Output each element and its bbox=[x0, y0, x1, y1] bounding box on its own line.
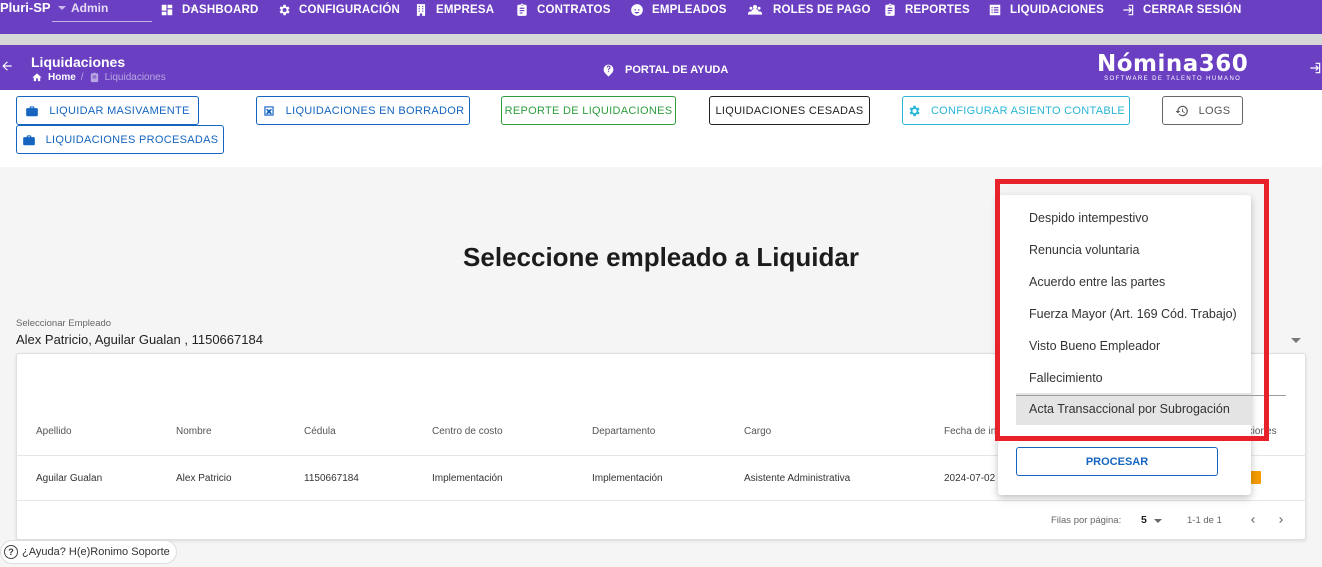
nav-dashboard[interactable]: DASHBOARD bbox=[160, 3, 259, 17]
history-icon bbox=[1175, 105, 1188, 116]
column-header: Nombre bbox=[176, 426, 212, 437]
nomina360-logo: Nómina360 SOFTWARE DE TALENTO HUMANO bbox=[1097, 51, 1248, 82]
exit-icon[interactable] bbox=[1308, 61, 1322, 75]
clipboard-icon bbox=[90, 72, 98, 83]
nav-configuracion[interactable]: CONFIGURACIÓN bbox=[277, 3, 400, 17]
brand-name: Pluri-SP bbox=[0, 0, 51, 15]
cell-nombre: Alex Patricio bbox=[176, 473, 232, 484]
help-pin-icon bbox=[603, 64, 614, 77]
cell-centro-costo: Implementación bbox=[432, 473, 503, 484]
support-chat-button[interactable]: ? ¿Ayuda? H(e)Ronimo Soporte bbox=[0, 540, 177, 564]
breadcrumb-current: Liquidaciones bbox=[104, 72, 166, 83]
liquidaciones-cesadas-button[interactable]: LIQUIDACIONES CESADAS bbox=[709, 96, 870, 125]
button-label: LIQUIDACIONES EN BORRADOR bbox=[285, 104, 465, 117]
breadcrumb-home[interactable]: Home bbox=[48, 72, 76, 83]
page-title: Liquidaciones bbox=[31, 54, 126, 70]
support-label: ¿Ayuda? H(e)Ronimo Soporte bbox=[22, 546, 170, 558]
nav-liquidaciones[interactable]: LIQUIDACIONES bbox=[988, 3, 1104, 17]
clipboard-icon bbox=[515, 3, 529, 17]
row-divider bbox=[16, 500, 1306, 501]
briefcase-icon bbox=[26, 105, 39, 116]
nav-cerrar-sesion[interactable]: CERRAR SESIÓN bbox=[1121, 3, 1241, 17]
role-select[interactable]: Admin bbox=[52, 0, 197, 22]
procesar-button[interactable]: PROCESAR bbox=[1016, 447, 1218, 476]
liquidaciones-procesadas-button[interactable]: LIQUIDACIONES PROCESADAS bbox=[16, 125, 224, 154]
nav-label: CONFIGURACIÓN bbox=[299, 4, 400, 16]
liquidaciones-borrador-button[interactable]: LIQUIDACIONES EN BORRADOR bbox=[256, 96, 470, 125]
arrow-left-icon[interactable] bbox=[0, 59, 14, 73]
role-value: Admin bbox=[71, 1, 109, 15]
column-header: Departamento bbox=[592, 426, 656, 437]
reporte-liquidaciones-button[interactable]: REPORTE DE LIQUIDACIONES bbox=[501, 96, 676, 125]
nav-label: CERRAR SESIÓN bbox=[1143, 4, 1242, 16]
help-icon: ? bbox=[4, 545, 18, 559]
employee-select-label: Seleccionar Empleado bbox=[16, 318, 112, 329]
rows-per-page-label: Filas por página: bbox=[1051, 515, 1122, 526]
button-label: LIQUIDACIONES CESADAS bbox=[715, 104, 864, 117]
logo-main: Nómina360 bbox=[1097, 51, 1249, 77]
divider-strip bbox=[0, 34, 1322, 45]
chevron-right-icon[interactable] bbox=[1275, 514, 1287, 526]
breadcrumb: Home / Liquidaciones bbox=[31, 72, 166, 83]
rows-per-page-select[interactable]: 5 bbox=[1141, 514, 1147, 526]
cell-cedula: 1150667184 bbox=[304, 473, 359, 484]
gear-icon bbox=[277, 3, 291, 17]
caret-down-icon bbox=[58, 6, 66, 10]
liquidar-masivamente-button[interactable]: LIQUIDAR MASIVAMENTE bbox=[16, 96, 199, 125]
button-label: LIQUIDACIONES PROCESADAS bbox=[45, 133, 219, 146]
button-label: REPORTE DE LIQUIDACIONES bbox=[504, 104, 673, 117]
button-label: LOGS bbox=[1198, 104, 1231, 117]
help-label: PORTAL DE AYUDA bbox=[625, 64, 729, 76]
button-label: LIQUIDAR MASIVAMENTE bbox=[49, 104, 190, 117]
nav-label: CONTRATOS bbox=[537, 4, 611, 16]
logo-tagline: SOFTWARE DE TALENTO HUMANO bbox=[1104, 76, 1242, 82]
button-label: CONFIGURAR ASIENTO CONTABLE bbox=[930, 104, 1126, 117]
nav-label: ROLES DE PAGO bbox=[773, 4, 871, 16]
nav-label: EMPRESA bbox=[436, 4, 495, 16]
report-icon bbox=[883, 3, 897, 17]
close-box-icon bbox=[264, 105, 274, 116]
highlight-box bbox=[995, 179, 1269, 441]
page-header: Liquidaciones Home / Liquidaciones PORTA… bbox=[0, 45, 1322, 90]
caret-down-icon[interactable] bbox=[1154, 519, 1162, 523]
logout-icon bbox=[1121, 3, 1135, 17]
configurar-asiento-button[interactable]: CONFIGURAR ASIENTO CONTABLE bbox=[902, 96, 1130, 125]
home-icon bbox=[32, 73, 42, 82]
building-icon bbox=[414, 3, 428, 17]
gear-icon bbox=[909, 105, 920, 116]
users-icon bbox=[745, 3, 765, 17]
nav-reportes[interactable]: REPORTES bbox=[883, 3, 970, 17]
nav-roles-de-pago[interactable]: ROLES DE PAGO bbox=[745, 3, 871, 17]
column-header: Apellido bbox=[36, 426, 72, 437]
dashboard-icon bbox=[160, 3, 174, 17]
employee-select[interactable]: Alex Patricio, Aguilar Gualan , 11506671… bbox=[16, 332, 263, 347]
caret-down-icon[interactable] bbox=[1291, 338, 1301, 343]
nav-label: REPORTES bbox=[905, 4, 970, 16]
list-icon bbox=[988, 3, 1002, 17]
cell-cargo: Asistente Administrativa bbox=[744, 473, 851, 484]
nav-contratos[interactable]: CONTRATOS bbox=[515, 3, 611, 17]
cell-apellido: Aguilar Gualan bbox=[36, 473, 103, 484]
nav-empleados[interactable]: EMPLEADOS bbox=[630, 3, 727, 17]
help-portal-link[interactable]: PORTAL DE AYUDA bbox=[602, 63, 728, 77]
column-header: Centro de costo bbox=[432, 426, 503, 437]
column-header: Cédula bbox=[304, 426, 336, 437]
briefcase-icon bbox=[22, 134, 35, 145]
face-icon bbox=[630, 3, 644, 17]
nav-label: EMPLEADOS bbox=[652, 4, 727, 16]
column-header: Fecha de in bbox=[944, 426, 997, 437]
nav-label: LIQUIDACIONES bbox=[1010, 4, 1104, 16]
breadcrumb-separator: / bbox=[80, 72, 84, 83]
column-header: Cargo bbox=[744, 426, 772, 437]
cell-fecha: 2024-07-02 bbox=[944, 473, 996, 484]
nav-label: DASHBOARD bbox=[182, 4, 259, 16]
nav-empresa[interactable]: EMPRESA bbox=[414, 3, 494, 17]
top-navbar: Pluri-SP Admin DASHBOARD CONFIGURACIÓN E… bbox=[0, 0, 1322, 34]
logs-button[interactable]: LOGS bbox=[1162, 96, 1243, 125]
chevron-left-icon[interactable] bbox=[1247, 514, 1259, 526]
cell-departamento: Implementación bbox=[592, 473, 663, 484]
pagination-range: 1-1 de 1 bbox=[1187, 515, 1222, 526]
